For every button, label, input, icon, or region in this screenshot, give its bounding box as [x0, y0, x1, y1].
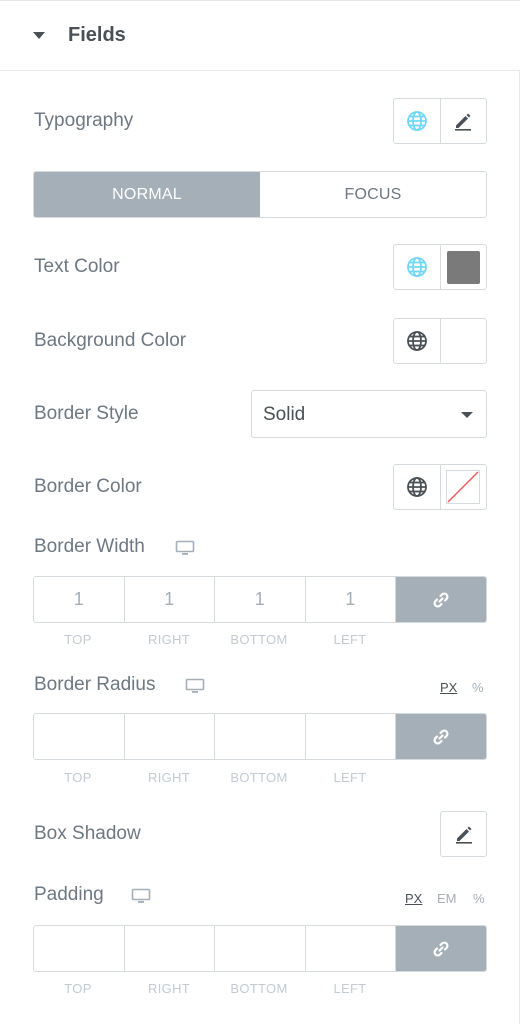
border-width-top-input[interactable] [34, 577, 125, 622]
globe-icon [407, 331, 427, 351]
unit-em[interactable]: EM [437, 891, 457, 906]
link-icon [433, 940, 449, 957]
section-title: Fields [68, 24, 126, 46]
border-style-value: Solid [263, 404, 306, 425]
globe-icon [407, 477, 427, 497]
padding-left-input[interactable] [305, 926, 396, 971]
unit-percent[interactable]: % [472, 680, 484, 695]
border-radius-top-input[interactable] [34, 714, 125, 759]
side-label-top: TOP [64, 632, 92, 647]
border-radius-bottom-input[interactable] [215, 714, 306, 759]
box-shadow-label: Box Shadow [34, 823, 141, 844]
globe-icon [407, 257, 427, 277]
side-label-top: TOP [64, 981, 92, 996]
typography-label: Typography [34, 110, 134, 131]
background-color-label: Background Color [34, 330, 187, 351]
border-radius-label: Border Radius [34, 674, 156, 695]
no-color-icon [446, 470, 481, 504]
state-tabs: NORMAL FOCUS [33, 171, 487, 218]
typography-controls [393, 98, 487, 144]
border-radius-left-input[interactable] [305, 714, 396, 759]
border-width-bottom-input[interactable] [215, 577, 306, 622]
text-color-picker[interactable] [439, 245, 486, 289]
text-color-controls [393, 244, 487, 290]
side-label-bottom: BOTTOM [230, 632, 288, 647]
desktop-icon[interactable] [175, 540, 195, 556]
side-label-right: RIGHT [148, 981, 190, 996]
padding-bottom-input[interactable] [215, 926, 306, 971]
chevron-down-icon [461, 412, 473, 418]
border-radius-side-labels: TOP RIGHT BOTTOM LEFT [33, 770, 487, 786]
link-icon [433, 591, 449, 608]
border-width-label: Border Width [34, 536, 145, 557]
desktop-icon[interactable] [131, 888, 151, 904]
side-label-left: LEFT [333, 770, 367, 785]
border-color-global-button[interactable] [394, 465, 440, 509]
padding-units: PX EM % [405, 891, 487, 907]
border-radius-right-input[interactable] [124, 714, 215, 759]
padding-inputs [33, 925, 487, 972]
border-color-label: Border Color [34, 476, 142, 497]
padding-label: Padding [34, 884, 104, 905]
side-label-right: RIGHT [148, 632, 190, 647]
link-icon [433, 728, 449, 745]
border-radius-units: PX % [440, 680, 488, 696]
section-header[interactable]: Fields [0, 1, 520, 71]
typography-edit-button[interactable] [439, 99, 486, 143]
text-color-global-button[interactable] [394, 245, 440, 289]
side-label-top: TOP [64, 770, 92, 785]
color-swatch [446, 250, 480, 284]
padding-right-input[interactable] [124, 926, 215, 971]
box-shadow-edit-button[interactable] [441, 812, 486, 856]
border-color-controls [393, 464, 487, 510]
fields-panel: Fields Typography NORMAL FOCUS Text Colo… [0, 0, 520, 1024]
border-radius-link-button[interactable] [396, 714, 486, 759]
pencil-icon [455, 826, 472, 844]
tab-focus[interactable]: FOCUS [260, 172, 486, 217]
background-color-picker[interactable] [439, 319, 486, 363]
side-label-right: RIGHT [148, 770, 190, 785]
border-style-label: Border Style [34, 403, 139, 424]
background-color-controls [393, 318, 487, 364]
unit-percent[interactable]: % [473, 891, 485, 906]
globe-icon [407, 111, 427, 131]
border-style-select[interactable]: Solid [251, 390, 487, 438]
typography-global-button[interactable] [394, 99, 440, 143]
border-width-left-input[interactable] [305, 577, 396, 622]
side-label-left: LEFT [333, 632, 367, 647]
border-width-right-input[interactable] [124, 577, 215, 622]
side-label-bottom: BOTTOM [230, 981, 288, 996]
text-color-label: Text Color [34, 256, 120, 277]
box-shadow-controls [440, 811, 487, 857]
desktop-icon[interactable] [185, 678, 205, 694]
caret-down-icon[interactable] [33, 32, 45, 39]
border-width-link-button[interactable] [396, 577, 486, 622]
tab-normal[interactable]: NORMAL [34, 172, 260, 217]
border-width-side-labels: TOP RIGHT BOTTOM LEFT [33, 632, 487, 648]
pencil-icon [455, 113, 472, 131]
unit-px[interactable]: PX [405, 891, 422, 906]
padding-link-button[interactable] [396, 926, 486, 971]
border-width-inputs [33, 576, 487, 623]
border-color-picker[interactable] [439, 465, 486, 509]
unit-px[interactable]: PX [440, 680, 457, 695]
padding-top-input[interactable] [34, 926, 125, 971]
side-label-left: LEFT [333, 981, 367, 996]
padding-side-labels: TOP RIGHT BOTTOM LEFT [33, 981, 487, 997]
side-label-bottom: BOTTOM [230, 770, 288, 785]
background-color-global-button[interactable] [394, 319, 440, 363]
border-radius-inputs [33, 713, 487, 760]
